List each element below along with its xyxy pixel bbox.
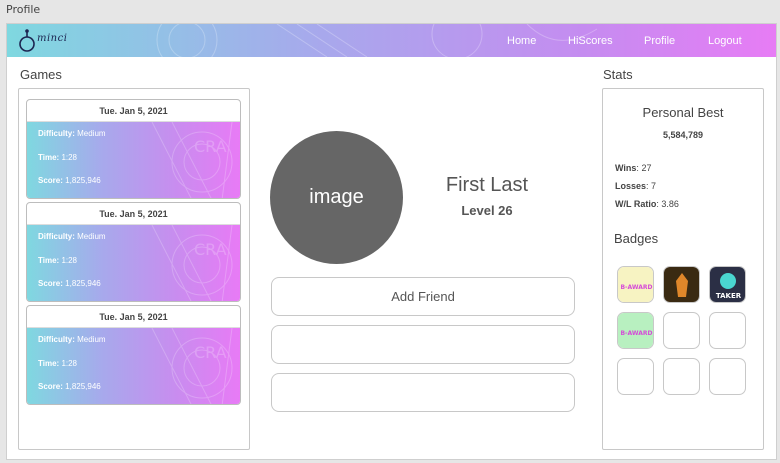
game-date: Tue. Jan 5, 2021 [27, 203, 240, 225]
badge-slot-empty[interactable] [709, 312, 746, 349]
yellow-pink-text-badge-icon[interactable]: B-AWARD [617, 266, 654, 303]
badges-heading: Badges [614, 231, 659, 246]
taker-badge-icon[interactable]: TAKER [709, 266, 746, 303]
svg-text:CRA: CRA [194, 137, 227, 156]
badge-label: B-AWARD [620, 284, 652, 291]
badge-label: TAKER [716, 292, 742, 300]
game-card-art: CRA [151, 122, 233, 198]
taker-badge-icon-art: TAKER [710, 267, 745, 302]
game-date: Tue. Jan 5, 2021 [27, 306, 240, 328]
game-score: Score: 1,825,946 [38, 279, 101, 288]
avatar-placeholder-text: image [309, 186, 364, 208]
window-title: Profile [6, 3, 41, 16]
game-card-body: CRA Difficulty: Medium Time: 1:28 Score:… [27, 122, 240, 198]
svg-text:CRA: CRA [194, 240, 227, 259]
badge-label: B-AWARD [620, 330, 652, 337]
game-time: Time: 1:28 [38, 359, 78, 368]
game-card-body: CRA Difficulty: Medium Time: 1:28 Score:… [27, 328, 240, 404]
badge-slot-empty[interactable] [663, 358, 700, 395]
profile-level: Level 26 [461, 203, 513, 218]
window-titlebar: Profile [0, 0, 780, 20]
game-time: Time: 1:28 [38, 256, 78, 265]
nav-hiscores-link[interactable]: HiScores [568, 35, 613, 47]
red-figure-badge-icon[interactable] [663, 266, 700, 303]
game-card[interactable]: Tue. Jan 5, 2021 CRA Difficulty: Medium … [26, 99, 241, 199]
green-pink-text-badge-icon[interactable]: B-AWARD [617, 312, 654, 349]
game-difficulty: Difficulty: Medium [38, 232, 106, 241]
game-card-art: CRA [151, 225, 233, 301]
green-pink-text-badge-icon-art: B-AWARD [618, 313, 653, 348]
svg-text:CRA: CRA [194, 343, 227, 362]
game-date: Tue. Jan 5, 2021 [27, 100, 240, 122]
game-score: Score: 1,825,946 [38, 382, 101, 391]
badge-slot-empty[interactable] [663, 312, 700, 349]
navbar: minci Home HiScores Profile Logout [7, 24, 776, 57]
nav-home-link[interactable]: Home [507, 35, 536, 47]
losses-stat: Losses: 7 [615, 181, 657, 191]
logo-text: minci [37, 33, 68, 44]
game-card-body: CRA Difficulty: Medium Time: 1:28 Score:… [27, 225, 240, 301]
game-card[interactable]: Tue. Jan 5, 2021 CRA Difficulty: Medium … [26, 202, 241, 302]
yellow-pink-text-badge-icon-art: B-AWARD [618, 267, 653, 302]
profile-action-button[interactable] [271, 325, 575, 364]
wins-stat: Wins: 27 [615, 163, 652, 173]
avatar: image [270, 131, 403, 264]
game-score: Score: 1,825,946 [38, 176, 101, 185]
app-window: minci Home HiScores Profile Logout Games… [6, 23, 777, 460]
game-difficulty: Difficulty: Medium [38, 129, 106, 138]
game-card-art: CRA [151, 328, 233, 404]
nav-profile-link[interactable]: Profile [644, 35, 675, 47]
games-panel[interactable]: Tue. Jan 5, 2021 CRA Difficulty: Medium … [18, 88, 250, 450]
stats-heading: Stats [603, 67, 633, 82]
personal-best-title: Personal Best [642, 105, 724, 120]
personal-best-value: 5,584,789 [662, 130, 704, 140]
game-time: Time: 1:28 [38, 153, 78, 162]
badge-slot-empty[interactable] [617, 358, 654, 395]
profile-name: First Last [445, 174, 529, 196]
red-figure-badge-icon-art [664, 267, 699, 302]
profile-action-button[interactable] [271, 373, 575, 412]
game-difficulty: Difficulty: Medium [38, 335, 106, 344]
ratio-stat: W/L Ratio: 3.86 [615, 199, 679, 209]
nav-logout-link[interactable]: Logout [708, 35, 742, 47]
badge-slot-empty[interactable] [709, 358, 746, 395]
games-heading: Games [20, 67, 62, 82]
stats-panel: Personal Best 5,584,789 Wins: 27 Losses:… [602, 88, 764, 450]
add-friend-button[interactable]: Add Friend [271, 277, 575, 316]
game-card[interactable]: Tue. Jan 5, 2021 CRA Difficulty: Medium … [26, 305, 241, 405]
